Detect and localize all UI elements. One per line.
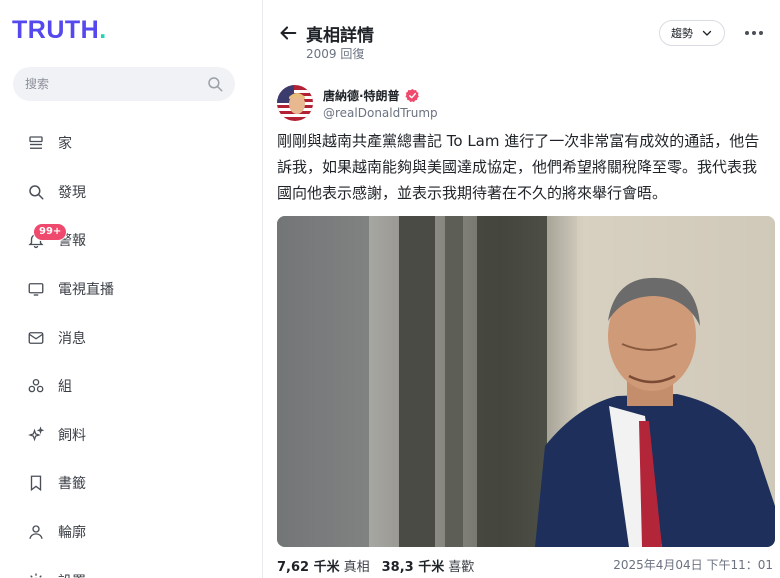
sidebar-item-label: 家 [58, 136, 72, 153]
likes-count[interactable]: 38,3 千米 [382, 556, 445, 575]
sidebar-item-live-tv[interactable]: 電視直播 [0, 265, 262, 314]
page-title: 真相詳情 [306, 26, 374, 46]
sidebar-item-discover[interactable]: 發現 [0, 168, 262, 217]
main-content: 真相詳情 2009 回復 趨勢 唐納德·特朗普 @realDonaldTrump… [263, 0, 780, 578]
sort-dropdown[interactable]: 趨勢 [659, 20, 725, 46]
logo-dot: . [99, 16, 107, 44]
sort-label: 趨勢 [671, 27, 693, 40]
author-avatar[interactable] [277, 85, 313, 121]
sidebar-item-groups[interactable]: 組 [0, 362, 262, 411]
post-image[interactable] [277, 216, 775, 547]
sidebar-item-label: 輪廓 [58, 525, 86, 542]
logo-text: TRUTH [12, 16, 100, 44]
author-name-text: 唐納德·特朗普 [323, 89, 400, 103]
reply-count: 2009 回復 [306, 47, 365, 61]
sparkle-icon [26, 425, 46, 445]
page-header: 真相詳情 2009 回復 趨勢 [263, 0, 780, 72]
search-icon [26, 182, 46, 202]
sidebar-item-label: 設置 [58, 571, 86, 578]
sidebar-item-label: 書籤 [58, 476, 86, 493]
post-timestamp: 2025年4月04日 下午11：01 [613, 558, 773, 572]
truths-count[interactable]: 7,62 千米 [277, 556, 340, 575]
search-input[interactable] [25, 77, 205, 91]
profile-icon [26, 522, 46, 542]
bookmark-icon [26, 473, 46, 493]
more-options-icon[interactable] [743, 23, 765, 43]
truths-label: 真相 [343, 560, 370, 575]
mail-icon [26, 328, 46, 348]
home-icon [26, 133, 46, 153]
search-icon[interactable] [206, 75, 224, 93]
alerts-badge: 99+ [33, 223, 68, 242]
verified-badge-icon [405, 88, 419, 103]
chevron-down-icon [702, 30, 712, 36]
sidebar-item-label: 發現 [58, 184, 86, 201]
post-text: 剛剛與越南共產黨總書記 To Lam 進行了一次非常富有成效的通話，他告訴我，如… [277, 132, 760, 202]
sidebar-item-label: 電視直播 [58, 282, 114, 299]
sidebar-item-label: 組 [58, 379, 72, 396]
sidebar-item-alerts[interactable]: 99+ 警報 [0, 216, 262, 265]
sidebar-nav: 家 發現 99+ 警報 電視直播 消息 組 飼料 書籤 輪廓 [0, 119, 262, 578]
sidebar-item-feeds[interactable]: 飼料 [0, 411, 262, 460]
gear-icon [26, 571, 46, 578]
back-arrow-icon[interactable] [277, 22, 299, 44]
sidebar-item-settings[interactable]: 設置 [0, 556, 262, 578]
sidebar-item-profile[interactable]: 輪廓 [0, 508, 262, 557]
portrait-photo [277, 216, 775, 547]
search-box [13, 67, 235, 101]
sidebar: TRUTH. 家 發現 99+ 警報 電視直播 消息 組 [0, 0, 263, 578]
sidebar-item-home[interactable]: 家 [0, 119, 262, 168]
tv-icon [26, 279, 46, 299]
sidebar-item-bookmarks[interactable]: 書籤 [0, 459, 262, 508]
sidebar-item-messages[interactable]: 消息 [0, 313, 262, 362]
sidebar-item-label: 消息 [58, 330, 86, 347]
author-name[interactable]: 唐納德·特朗普 [323, 87, 420, 104]
likes-label: 喜歡 [448, 560, 475, 575]
truth-logo[interactable]: TRUTH. [12, 16, 107, 45]
sidebar-item-label: 飼料 [58, 427, 86, 444]
post-stats: 7,62 千米 真相 38,3 千米 喜歡 2025年4月04日 下午11：01 [277, 556, 777, 575]
groups-icon [26, 376, 46, 396]
flag-avatar-image [277, 85, 313, 121]
author-handle[interactable]: @realDonaldTrump [323, 106, 438, 120]
